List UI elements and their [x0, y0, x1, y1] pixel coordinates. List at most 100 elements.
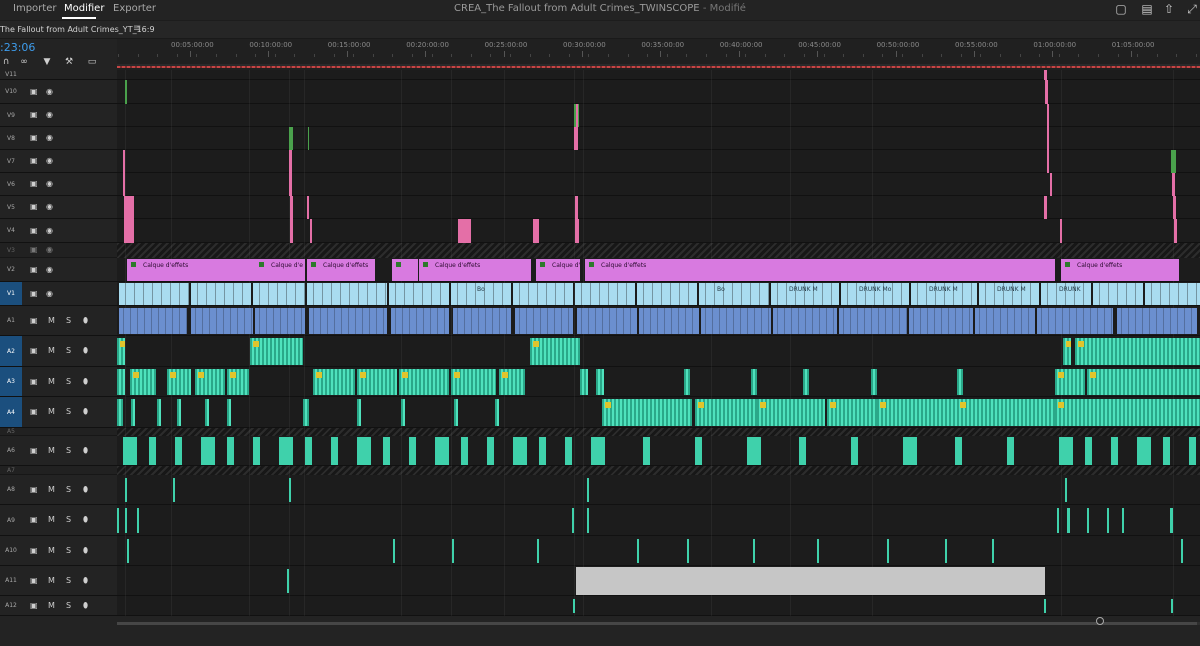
pink-clip[interactable]	[1045, 80, 1048, 104]
track-label[interactable]: A2	[0, 336, 22, 366]
notification-icon[interactable]: ▢	[1114, 2, 1128, 16]
track-label[interactable]: V1	[0, 282, 22, 305]
track-header-v10[interactable]: V10 ▣ ◉	[0, 80, 117, 104]
eye-icon[interactable]: ◉	[46, 157, 53, 165]
audio-clip[interactable]	[401, 399, 405, 426]
eye-icon[interactable]: ◉	[46, 88, 53, 96]
audio-clip[interactable]	[587, 478, 589, 502]
audio-clip[interactable]	[757, 399, 825, 426]
audio-clip[interactable]	[1007, 437, 1014, 465]
linked-selection-icon[interactable]: ∞	[18, 57, 30, 67]
fullscreen-icon[interactable]: ⤢	[1185, 2, 1199, 16]
audio-clip[interactable]	[803, 369, 809, 395]
audio-clip[interactable]	[871, 369, 877, 395]
audio-clip[interactable]	[903, 437, 917, 465]
track-label[interactable]: V6	[0, 173, 22, 195]
audio-clip[interactable]	[313, 369, 355, 395]
audio-clip[interactable]	[1137, 437, 1151, 465]
a1-audio-clip[interactable]	[577, 308, 637, 334]
v1-video-clip[interactable]	[637, 283, 697, 305]
pink-clip[interactable]	[123, 150, 125, 173]
audio-clip[interactable]	[227, 399, 231, 426]
audio-clip[interactable]	[799, 437, 806, 465]
solo-button[interactable]: S	[66, 486, 71, 494]
audio-clip[interactable]	[495, 399, 499, 426]
audio-clip[interactable]	[753, 539, 755, 563]
a1-audio-clip[interactable]	[639, 308, 699, 334]
eye-icon[interactable]: ◉	[46, 134, 53, 142]
menu-edit[interactable]: Modifier	[64, 3, 104, 14]
mute-button[interactable]: M	[48, 347, 55, 355]
microphone-icon[interactable]: ⬮	[83, 602, 88, 610]
track-label[interactable]: A11	[0, 566, 22, 595]
a1-audio-clip[interactable]	[773, 308, 837, 334]
audio-clip[interactable]	[530, 338, 580, 365]
track-label[interactable]: A3	[0, 367, 22, 396]
audio-clip[interactable]	[177, 399, 181, 426]
audio-clip[interactable]	[1181, 539, 1183, 563]
pink-clip[interactable]	[574, 127, 578, 150]
audio-clip[interactable]	[117, 338, 125, 365]
audio-clip[interactable]	[451, 369, 496, 395]
eye-icon[interactable]: ◉	[46, 203, 53, 211]
pink-clip[interactable]	[307, 196, 309, 219]
audio-clip[interactable]	[747, 437, 761, 465]
sequence-menu-icon[interactable]: ≡	[133, 23, 141, 34]
playhead-timecode[interactable]: :23:06	[0, 41, 35, 54]
audio-clip[interactable]	[452, 539, 454, 563]
pink-clip[interactable]	[458, 219, 471, 243]
a1-audio-clip[interactable]	[255, 308, 305, 334]
audio-clip[interactable]	[127, 539, 129, 563]
a1-audio-clip[interactable]	[975, 308, 1035, 334]
a1-audio-clip[interactable]	[309, 308, 387, 334]
pink-clip[interactable]	[310, 219, 312, 243]
sync-lock-icon[interactable]: ▣	[30, 290, 38, 298]
track-label[interactable]: V10	[0, 80, 22, 103]
track-header-a7[interactable]: A7	[0, 466, 117, 475]
eye-icon[interactable]: ◉	[46, 180, 53, 188]
track-header-v8[interactable]: V8 ▣ ◉	[0, 127, 117, 150]
track-label[interactable]: A12	[0, 596, 22, 615]
sync-lock-icon[interactable]: ▣	[30, 347, 38, 355]
audio-clip[interactable]	[945, 539, 947, 563]
green-clip[interactable]	[289, 127, 293, 150]
mute-button[interactable]: M	[48, 447, 55, 455]
track-label[interactable]: A7	[0, 466, 22, 474]
sync-lock-icon[interactable]: ▣	[30, 266, 38, 274]
track-header-v5[interactable]: V5 ▣ ◉	[0, 196, 117, 219]
track-header-a6[interactable]: A6 ▣ M S ⬮	[0, 436, 117, 466]
audio-clip[interactable]	[1055, 399, 1200, 426]
time-ruler[interactable]: 00:05:00:00 00:10:00:00 00:15:00:00 00:20:0…	[117, 39, 1200, 70]
solo-button[interactable]: S	[66, 378, 71, 386]
audio-clip[interactable]	[537, 539, 539, 563]
microphone-icon[interactable]: ⬮	[83, 547, 88, 555]
audio-clip[interactable]	[573, 599, 575, 613]
horizontal-scrollbar[interactable]	[117, 622, 1200, 625]
pink-clip[interactable]	[124, 219, 134, 243]
v1-video-clip[interactable]	[1093, 283, 1143, 305]
track-label[interactable]: A4	[0, 397, 22, 427]
audio-clip[interactable]	[602, 399, 692, 426]
audio-clip[interactable]	[1170, 508, 1173, 533]
green-clip[interactable]	[125, 80, 127, 104]
microphone-icon[interactable]: ⬮	[83, 486, 88, 494]
solo-button[interactable]: S	[66, 408, 71, 416]
share-icon[interactable]: ⇧	[1162, 2, 1176, 16]
effects-layer-clip[interactable]: Calque d'e	[255, 259, 305, 281]
track-label[interactable]: V7	[0, 150, 22, 172]
audio-clip[interactable]	[1063, 338, 1071, 365]
menu-export[interactable]: Exporter	[113, 3, 156, 14]
audio-clip[interactable]	[250, 338, 303, 365]
audio-clip[interactable]	[289, 478, 291, 502]
track-header-a9[interactable]: A9 ▣ M S ⬮	[0, 505, 117, 536]
audio-clip[interactable]	[409, 437, 416, 465]
solo-button[interactable]: S	[66, 577, 71, 585]
audio-clip[interactable]	[957, 399, 1055, 426]
a1-audio-clip[interactable]	[391, 308, 449, 334]
sync-lock-icon[interactable]: ▣	[30, 408, 38, 416]
audio-clip[interactable]	[955, 437, 962, 465]
microphone-icon[interactable]: ⬮	[83, 317, 88, 325]
pink-clip[interactable]	[1174, 219, 1177, 243]
scrollbar-thumb[interactable]	[117, 622, 1197, 625]
track-header-a8[interactable]: A8 ▣ M S ⬮	[0, 475, 117, 505]
